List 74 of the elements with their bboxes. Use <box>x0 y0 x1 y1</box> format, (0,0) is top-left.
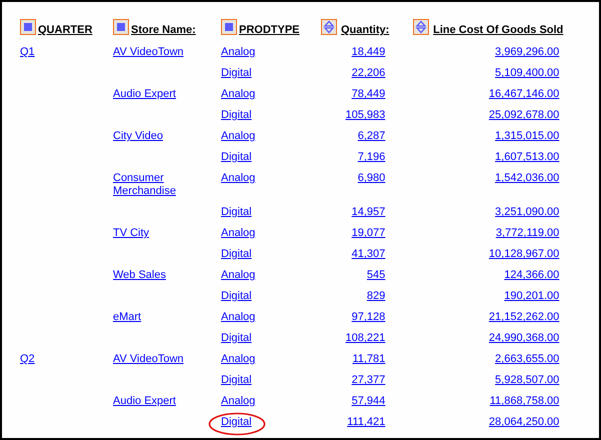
table-link[interactable]: eMart <box>113 311 142 324</box>
table-link[interactable]: Analog <box>221 172 256 185</box>
column-header[interactable]: PRODTYPE <box>239 24 300 36</box>
table-link[interactable]: 3,251,090.00 <box>495 206 560 219</box>
table-link[interactable]: 2,663,655.00 <box>495 353 560 366</box>
table-link[interactable]: 19,077 <box>352 227 386 240</box>
table-link[interactable]: Analog <box>221 353 256 366</box>
table-link[interactable]: 21,152,262.00 <box>488 311 560 324</box>
table-link[interactable]: City Video <box>113 130 163 143</box>
column-icon[interactable] <box>20 19 36 35</box>
table-link[interactable]: 11,868,758.00 <box>490 395 560 408</box>
table-link[interactable]: Digital <box>221 374 252 387</box>
table-link[interactable]: 6,287 <box>358 130 386 143</box>
table-link[interactable]: 27,377 <box>352 374 386 387</box>
table-link[interactable]: Consumer Merchandise <box>113 172 215 198</box>
table-link[interactable]: 5,109,400.00 <box>495 67 560 80</box>
table-link[interactable]: 78,449 <box>352 88 386 101</box>
table-link[interactable]: Analog <box>221 130 256 143</box>
table-link[interactable]: 190,201.00 <box>504 290 560 303</box>
table-link[interactable]: 7,196 <box>358 151 386 164</box>
table-link[interactable]: 25,092,678.00 <box>488 109 560 122</box>
sort-icon[interactable] <box>413 19 430 35</box>
table-link[interactable]: Audio Expert <box>113 395 176 408</box>
column-header[interactable]: Line Cost Of Goods Sold <box>433 24 564 36</box>
table-link[interactable]: TV City <box>113 227 150 240</box>
table-link[interactable]: 108,221 <box>346 332 386 345</box>
table-link[interactable]: 14,957 <box>352 206 386 219</box>
table-link[interactable]: Analog <box>221 395 256 408</box>
table-link[interactable]: 124,366.00 <box>504 269 560 282</box>
table-link[interactable]: 97,128 <box>352 311 386 324</box>
table-link[interactable]: 18,449 <box>352 46 386 59</box>
table-link[interactable]: 57,944 <box>352 395 386 408</box>
table-link[interactable]: 5,928,507.00 <box>495 374 560 387</box>
column-header[interactable]: QUARTER <box>38 24 92 36</box>
table-link[interactable]: Analog <box>221 227 256 240</box>
table-link[interactable]: 3,772,119.00 <box>496 227 560 240</box>
table-link[interactable]: 10,128,967.00 <box>488 248 560 261</box>
table-link[interactable]: 22,206 <box>352 67 386 80</box>
table-link[interactable]: 1,542,036.00 <box>495 172 560 185</box>
table-link[interactable]: Web Sales <box>113 269 166 282</box>
column-header[interactable]: Quantity: <box>341 24 390 36</box>
table-link[interactable]: Q1 <box>20 46 35 59</box>
table-link[interactable]: 545 <box>366 269 386 282</box>
table-link[interactable]: Audio Expert <box>113 88 176 101</box>
table-link[interactable]: AV VideoTown <box>113 46 184 59</box>
table-link[interactable]: 11,781 <box>352 353 386 366</box>
table-link[interactable]: 28,064,250.00 <box>488 416 560 429</box>
table-link[interactable]: 24,990,368.00 <box>488 332 560 345</box>
column-header[interactable]: Store Name: <box>131 24 196 36</box>
table-link[interactable]: Digital <box>221 248 252 261</box>
table-link[interactable]: 105,983 <box>346 109 386 122</box>
table-link[interactable]: Q2 <box>20 353 35 366</box>
column-icon[interactable] <box>221 19 237 35</box>
table-link[interactable]: 3,969,296.00 <box>495 46 560 59</box>
table-link[interactable]: 16,467,146.00 <box>488 88 560 101</box>
column-icon[interactable] <box>113 19 129 35</box>
table-link[interactable]: AV VideoTown <box>113 353 184 366</box>
table-link[interactable]: Digital <box>221 109 252 122</box>
table-link[interactable]: Analog <box>221 46 256 59</box>
table-link[interactable]: 6,980 <box>358 172 386 185</box>
table-link[interactable]: Digital <box>221 332 252 345</box>
table-link[interactable]: 829 <box>366 290 386 303</box>
table-link[interactable]: 111,421 <box>347 416 386 429</box>
table-link[interactable]: Digital <box>221 290 252 303</box>
table-link[interactable]: Digital <box>221 206 252 219</box>
table-link[interactable]: 1,607,513.00 <box>495 151 560 164</box>
table-link[interactable]: Analog <box>221 311 256 324</box>
table-link[interactable]: 41,307 <box>352 248 386 261</box>
table-link[interactable]: Analog <box>221 88 256 101</box>
table-link[interactable]: Analog <box>221 269 256 282</box>
table-link[interactable]: Digital <box>221 151 252 164</box>
sort-icon[interactable] <box>321 19 337 35</box>
table-link[interactable]: Digital <box>221 67 252 80</box>
table-link[interactable]: 1,315,015.00 <box>495 130 560 143</box>
